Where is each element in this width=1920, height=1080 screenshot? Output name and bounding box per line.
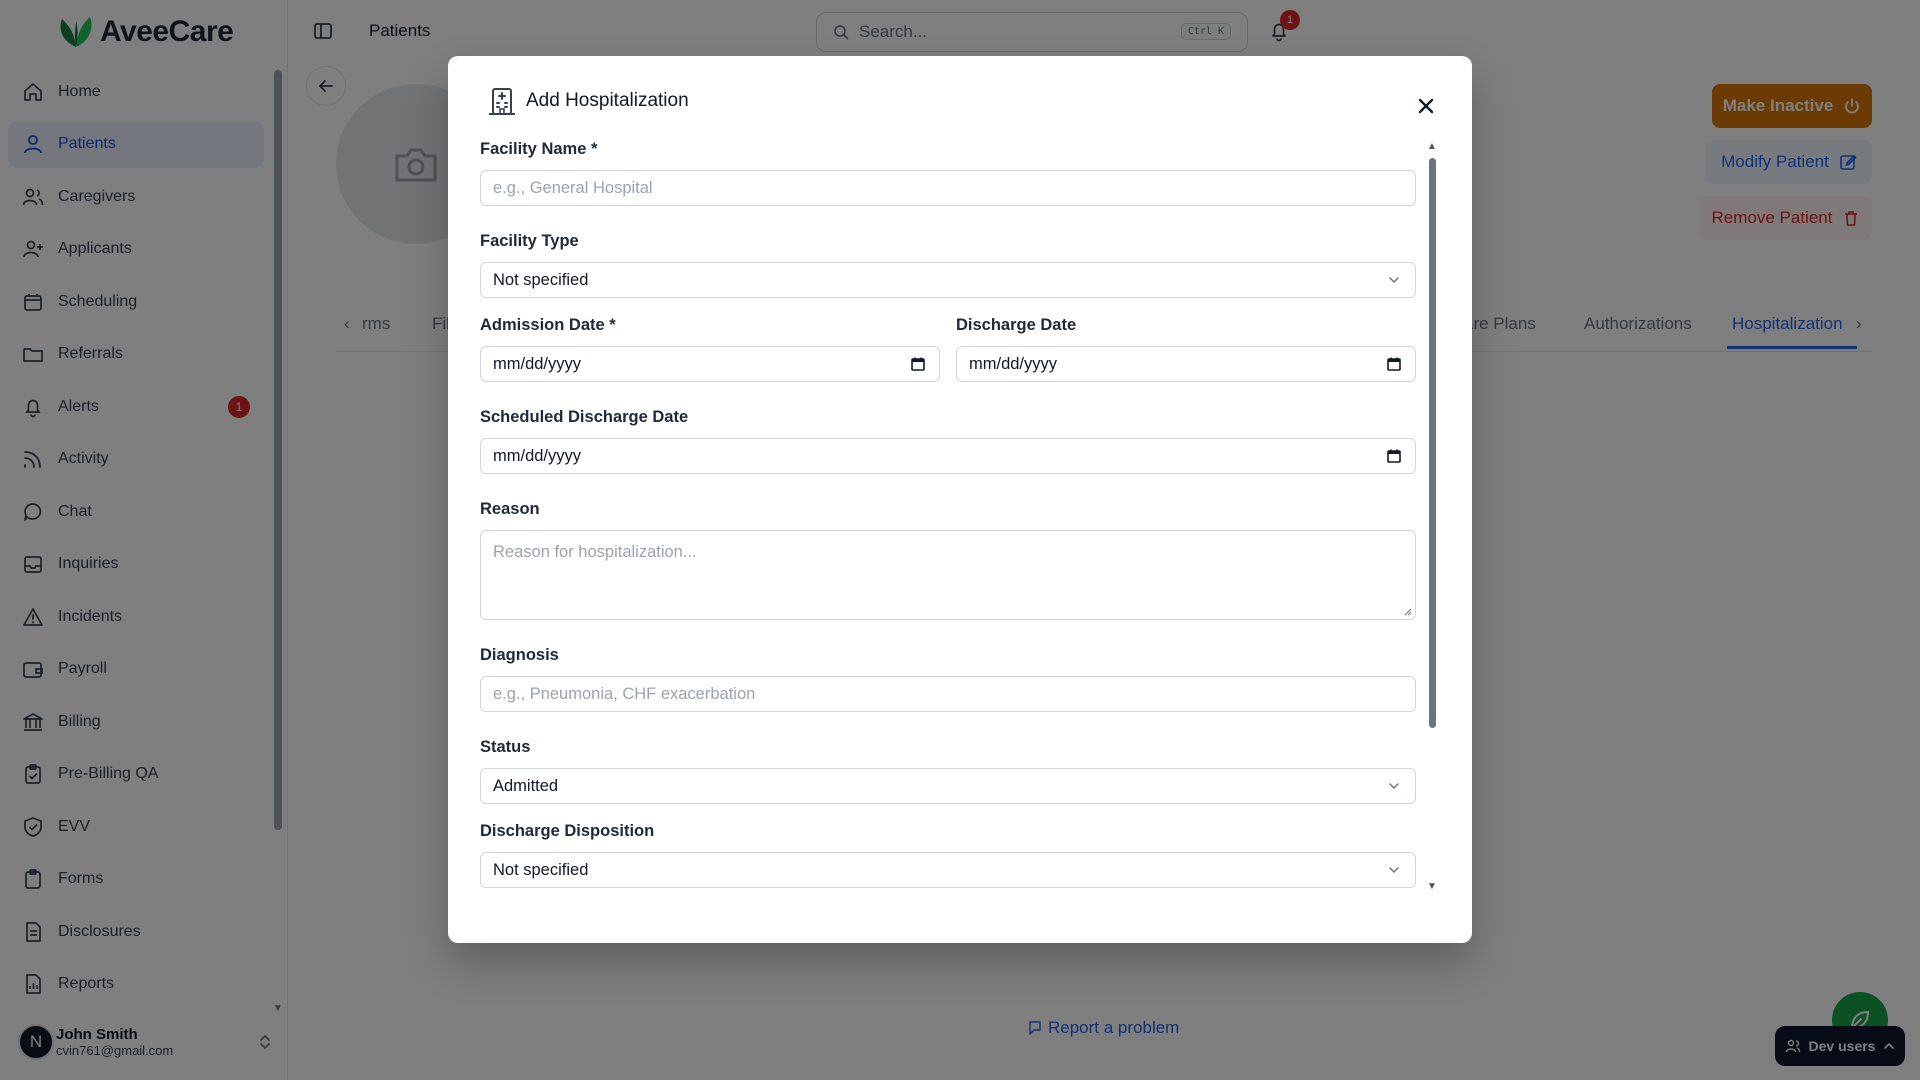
- status-label: Status: [480, 738, 531, 756]
- scheduled-discharge-date-label: Scheduled Discharge Date: [480, 408, 689, 426]
- close-icon: [1418, 98, 1434, 114]
- status-value: Admitted: [493, 776, 559, 795]
- resize-handle-icon[interactable]: [1402, 606, 1412, 616]
- discharge-disposition-select[interactable]: Not specified: [480, 852, 1416, 888]
- modal-title: Add Hospitalization: [526, 90, 689, 111]
- chevron-down-icon: [1389, 867, 1399, 874]
- reason-textarea[interactable]: Reason for hospitalization...: [480, 530, 1416, 620]
- modal-scroll-up-arrow[interactable]: ▲: [1427, 142, 1437, 152]
- chevron-down-icon: [1389, 783, 1399, 790]
- facility-name-input[interactable]: e.g., General Hospital: [480, 170, 1416, 206]
- admission-date-label: Admission Date *: [480, 316, 616, 334]
- facility-type-label: Facility Type: [480, 232, 579, 250]
- facility-type-value: Not specified: [493, 270, 589, 289]
- calendar-icon[interactable]: [1385, 447, 1403, 465]
- reason-placeholder: Reason for hospitalization...: [493, 543, 697, 561]
- close-button[interactable]: [1412, 92, 1440, 120]
- calendar-icon[interactable]: [1385, 355, 1403, 373]
- discharge-date-label: Discharge Date: [956, 316, 1077, 334]
- admission-date-value: mm/dd/yyyy: [493, 354, 582, 373]
- diagnosis-label: Diagnosis: [480, 646, 559, 664]
- modal-scrollbar[interactable]: [1429, 158, 1436, 728]
- facility-name-label: Facility Name *: [480, 140, 598, 158]
- hospital-icon: [489, 88, 515, 115]
- diagnosis-placeholder: e.g., Pneumonia, CHF exacerbation: [493, 684, 756, 703]
- scheduled-discharge-date-value: mm/dd/yyyy: [493, 446, 582, 465]
- discharge-disposition-value: Not specified: [493, 860, 589, 879]
- status-select[interactable]: Admitted: [480, 768, 1416, 804]
- scheduled-discharge-date-input[interactable]: mm/dd/yyyy: [480, 438, 1416, 474]
- admission-date-input[interactable]: mm/dd/yyyy: [480, 346, 940, 382]
- discharge-date-input[interactable]: mm/dd/yyyy: [956, 346, 1416, 382]
- add-hospitalization-dialog: Add Hospitalization Facility Name * e.g.…: [448, 56, 1472, 943]
- discharge-date-value: mm/dd/yyyy: [969, 354, 1058, 373]
- facility-type-select[interactable]: Not specified: [480, 262, 1416, 298]
- modal-header: Add Hospitalization: [488, 86, 689, 116]
- chevron-down-icon: [1389, 277, 1399, 284]
- facility-name-placeholder: e.g., General Hospital: [493, 178, 653, 197]
- reason-label: Reason: [480, 500, 540, 518]
- modal-scroll-down-arrow[interactable]: ▼: [1427, 882, 1437, 892]
- calendar-icon[interactable]: [909, 355, 927, 373]
- discharge-disposition-label: Discharge Disposition: [480, 822, 655, 840]
- diagnosis-input[interactable]: e.g., Pneumonia, CHF exacerbation: [480, 676, 1416, 712]
